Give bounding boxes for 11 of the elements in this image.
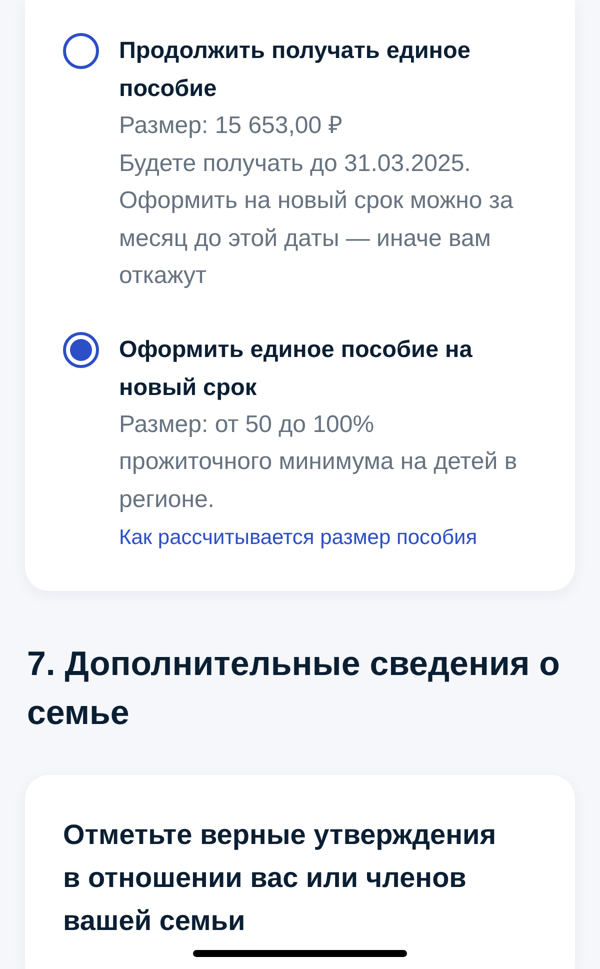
info-link[interactable]: Как рассчитывается размер пособия <box>119 526 478 549</box>
option-title: Продолжить получать единое пособие <box>119 36 472 103</box>
radio-button[interactable] <box>63 332 99 368</box>
option-title: Оформить единое пособие на новый срок <box>119 334 474 402</box>
question-title: Отметьте верные утверждения в отношении вас или членов вашей семьи <box>63 818 498 938</box>
option-description: Будете получать до 31.03.2025. <box>119 148 472 178</box>
section-heading: 7. Дополнительные сведения о семье <box>27 644 561 734</box>
radio-button[interactable] <box>63 33 99 69</box>
option-description: Размер: от 50 до 100% прожиточного минимума на детей в регионе. Как рассчитывается размер пособия <box>119 410 518 551</box>
option-description: Размер: 15 653,00 ₽ <box>119 111 344 141</box>
option-description: Оформить на новый срок можно за месяц до этой даты — иначе вам откажут <box>119 186 514 291</box>
